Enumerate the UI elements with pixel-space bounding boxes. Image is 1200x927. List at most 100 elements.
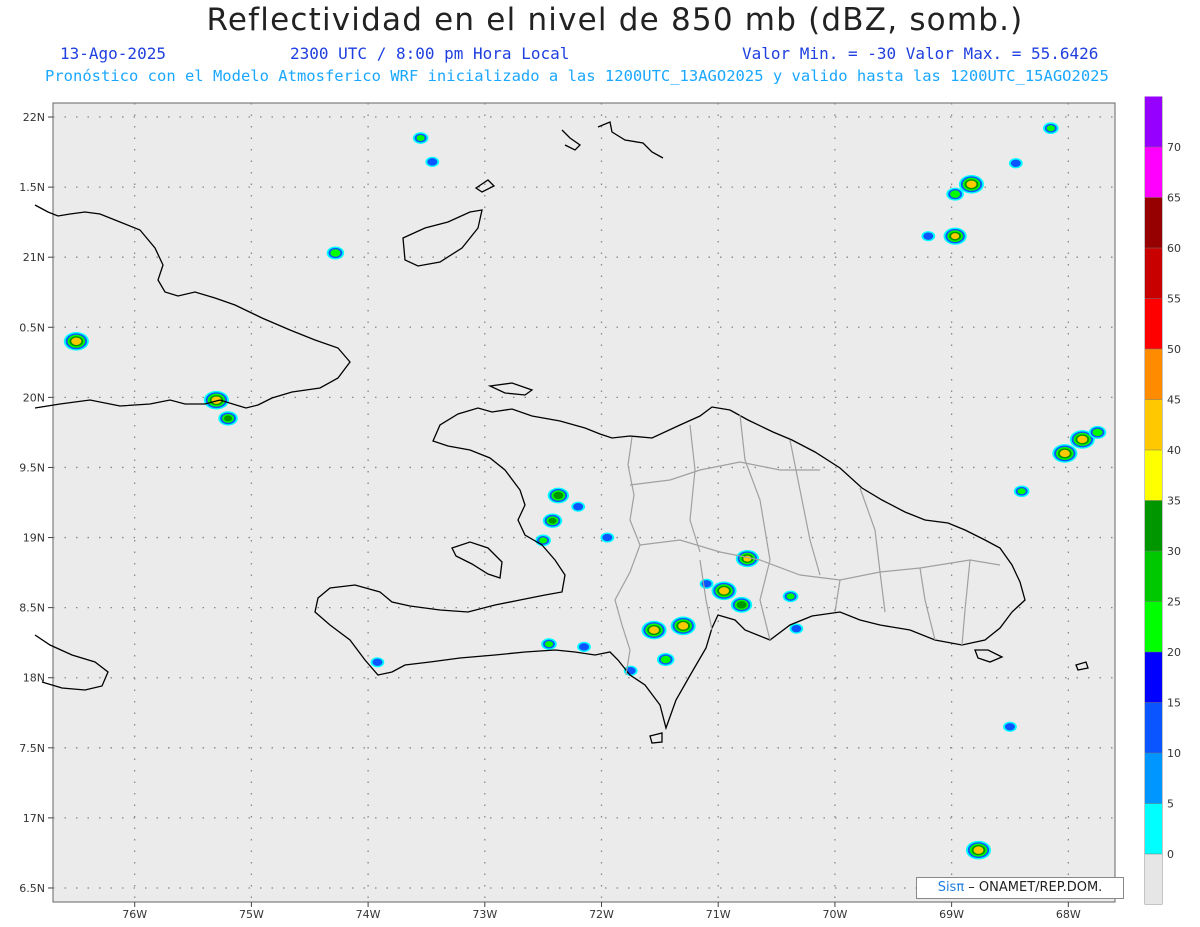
storm-cell xyxy=(63,331,89,351)
lat-tick-label: 22N xyxy=(23,111,45,124)
reflectivity-contour xyxy=(1010,159,1021,167)
colorbar-below xyxy=(1145,854,1162,904)
reflectivity-contour xyxy=(602,533,613,542)
reflectivity-contour xyxy=(330,249,341,257)
colorbar-label: 10 xyxy=(1167,747,1181,760)
credit-text: – ONAMET/REP.DOM. xyxy=(964,880,1103,895)
lat-tick-label: 17N xyxy=(23,812,45,825)
lat-tick-label: 19N xyxy=(23,532,45,545)
colorbar-label: 50 xyxy=(1167,343,1181,356)
colorbar-swatch xyxy=(1145,702,1162,753)
forecast-info: Pronóstico con el Modelo Atmosferico WRF… xyxy=(45,67,1109,85)
storm-cell xyxy=(1088,425,1107,439)
credit-box: Sisπ – ONAMET/REP.DOM. xyxy=(916,877,1124,899)
sispi-logo: Sisπ xyxy=(937,880,965,895)
storm-cell xyxy=(542,513,563,528)
lon-tick-label: 68W xyxy=(1056,908,1081,921)
reflectivity-contour xyxy=(973,846,984,854)
lon-tick-label: 72W xyxy=(589,908,614,921)
map-title: Reflectividad en el nivel de 850 mb (dBZ… xyxy=(206,2,1024,38)
colorbar-label: 45 xyxy=(1167,394,1181,407)
colorbar-swatch xyxy=(1145,349,1162,400)
map-frame xyxy=(52,102,1116,903)
lon-tick-label: 75W xyxy=(239,908,264,921)
storm-cell xyxy=(370,657,385,668)
reflectivity-contour xyxy=(573,503,584,511)
storm-cell xyxy=(535,534,551,547)
colorbar-label: 25 xyxy=(1167,596,1181,609)
lon-tick-label: 70W xyxy=(822,908,847,921)
lon-tick-label: 71W xyxy=(706,908,731,921)
colorbar-label: 60 xyxy=(1167,242,1181,255)
storm-cell xyxy=(1003,721,1017,732)
colorbar-swatch xyxy=(1145,399,1162,450)
lat-tick-label: 1.5N xyxy=(19,181,45,194)
lat-tick-label: 9.5N xyxy=(19,461,45,474)
storm-cell xyxy=(203,390,229,410)
reflectivity-contour xyxy=(71,337,82,345)
reflectivity-contour xyxy=(649,626,660,634)
storm-cell xyxy=(1042,122,1059,135)
storm-cell xyxy=(1008,158,1023,169)
storm-cell xyxy=(782,590,799,603)
colorbar-label: 0 xyxy=(1167,848,1174,861)
value-range: Valor Min. = -30 Valor Max. = 55.6426 xyxy=(742,44,1099,63)
valid-time: 2300 UTC / 8:00 pm Hora Local xyxy=(290,44,570,63)
reflectivity-contour xyxy=(1077,435,1088,444)
lon-tick-label: 73W xyxy=(472,908,497,921)
colorbar-swatch xyxy=(1145,96,1162,147)
colorbar-swatch xyxy=(1145,298,1162,349)
colorbar-label: 55 xyxy=(1167,293,1181,306)
storm-cell xyxy=(1052,444,1078,463)
reflectivity-map: 76W 75W 74W 73W 72W 71W 70W 69W 68W 22N 1.5N 21N 0.5… xyxy=(19,96,1181,921)
colorbar-label: 5 xyxy=(1167,798,1174,811)
storm-cell xyxy=(921,231,936,242)
reflectivity-contour xyxy=(791,624,802,633)
reflectivity-contour xyxy=(678,622,689,630)
colorbar-swatch xyxy=(1145,652,1162,703)
storm-cell xyxy=(943,227,967,245)
colorbar-label: 65 xyxy=(1167,192,1181,205)
colorbar-label: 35 xyxy=(1167,495,1181,508)
lat-tick-label: 8.5N xyxy=(19,602,45,615)
colorbar-swatch xyxy=(1145,500,1162,551)
storm-cell xyxy=(699,578,714,589)
colorbar-swatch xyxy=(1145,147,1162,198)
storm-cell xyxy=(571,501,586,512)
reflectivity-contour xyxy=(553,491,564,500)
lat-tick-label: 0.5N xyxy=(19,321,45,334)
reflectivity-contour xyxy=(1004,723,1015,731)
reflectivity-contour xyxy=(736,601,747,609)
lat-tick-label: 20N xyxy=(23,391,45,404)
reflectivity-contour xyxy=(416,135,425,142)
storm-cell xyxy=(326,246,345,260)
valid-date: 13-Ago-2025 xyxy=(60,44,166,63)
lat-tick-label: 6.5N xyxy=(19,882,45,895)
reflectivity-contour xyxy=(950,190,961,198)
reflectivity-contour xyxy=(427,158,438,166)
reflectivity-contour xyxy=(1046,125,1055,132)
storm-cell xyxy=(711,581,737,601)
storm-cell xyxy=(541,638,557,650)
colorbar-swatch xyxy=(1145,248,1162,299)
colorbar-label: 40 xyxy=(1167,444,1181,457)
storm-cell xyxy=(730,596,753,613)
reflectivity-contour xyxy=(1059,449,1070,458)
colorbar-swatch xyxy=(1145,197,1162,248)
storm-cell xyxy=(600,532,615,543)
storm-cell xyxy=(1013,485,1030,498)
reflectivity-contour xyxy=(660,655,671,664)
storm-cell xyxy=(670,616,696,636)
reflectivity-contour xyxy=(539,537,548,544)
storm-cell xyxy=(412,132,429,144)
colorbar-swatch xyxy=(1145,753,1162,804)
storm-cell xyxy=(656,652,675,666)
lon-tick-label: 69W xyxy=(939,908,964,921)
reflectivity-contour xyxy=(1017,488,1026,495)
reflectivity-contour xyxy=(548,517,557,524)
reflectivity-contour xyxy=(719,587,730,595)
lon-tick-label: 76W xyxy=(122,908,147,921)
storm-cell xyxy=(789,623,804,634)
storm-cell xyxy=(946,187,964,201)
reflectivity-contour xyxy=(1092,428,1103,437)
